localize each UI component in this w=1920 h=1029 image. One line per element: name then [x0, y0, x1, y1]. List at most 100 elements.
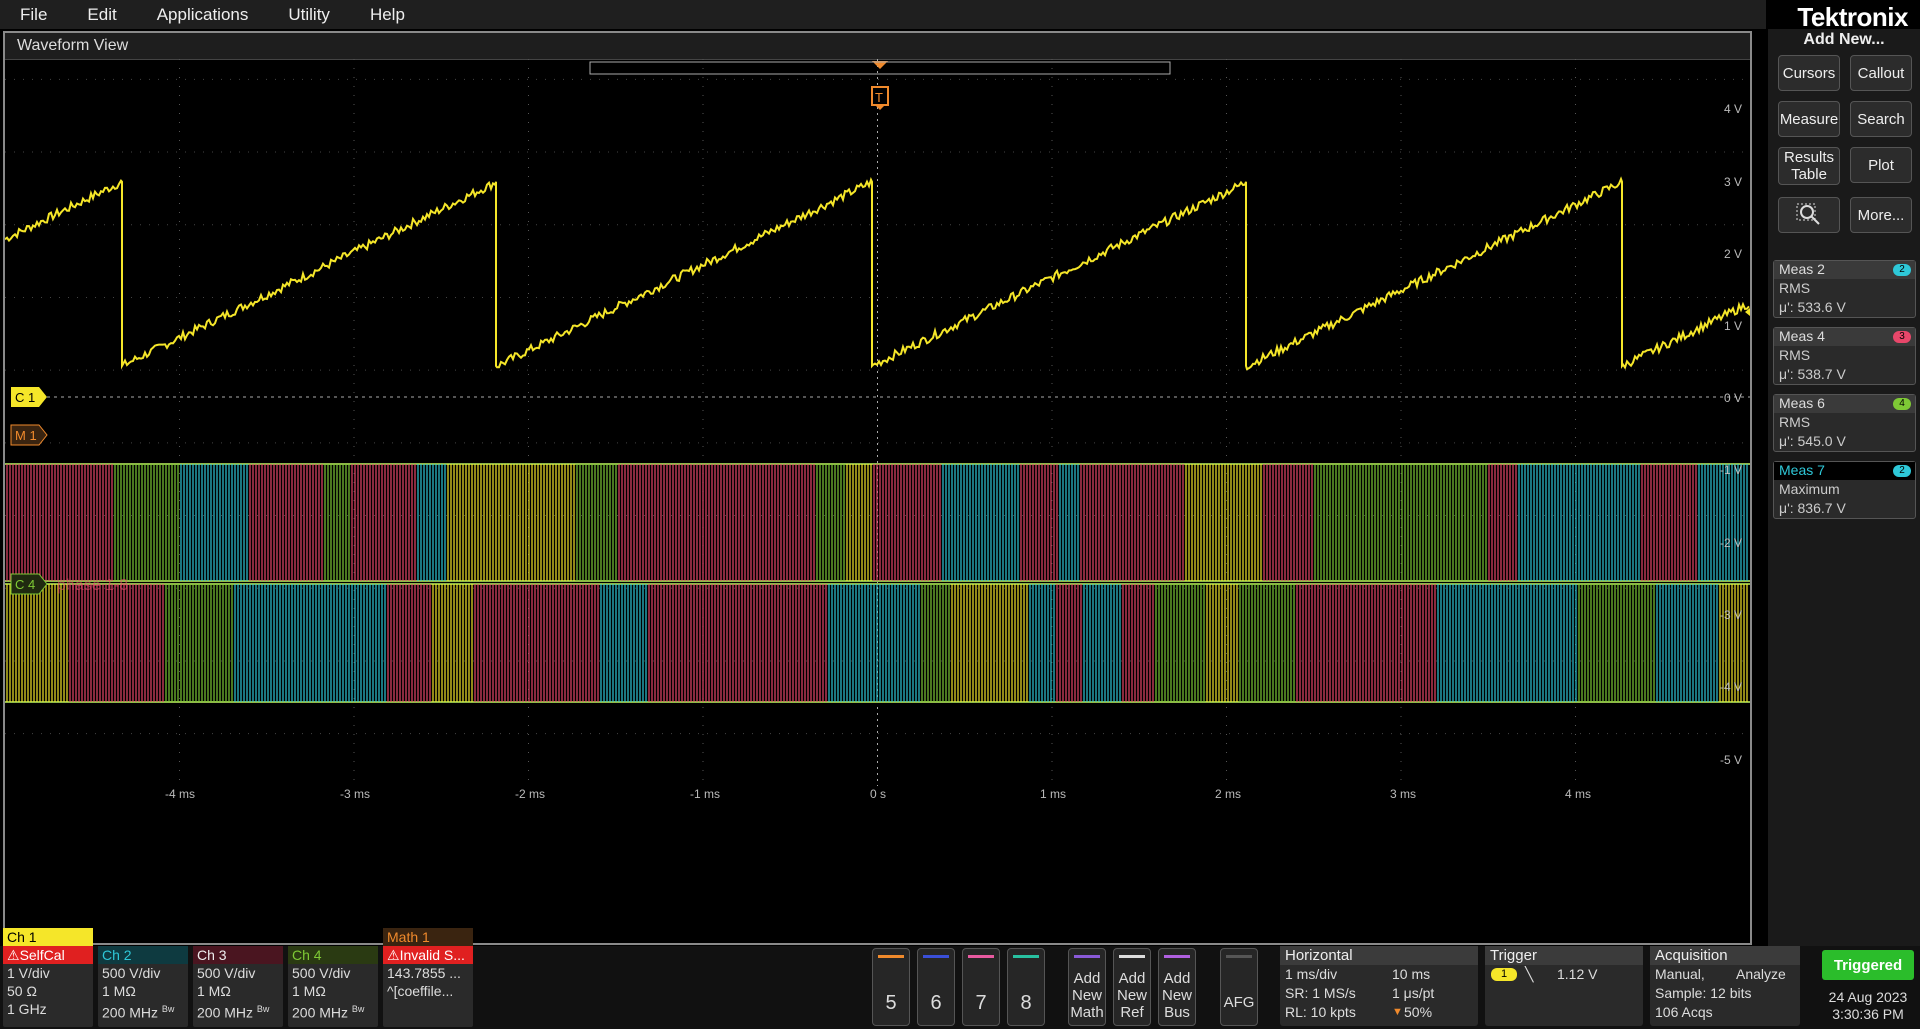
- meas-source-tag: 3: [1893, 331, 1911, 343]
- menu-utility[interactable]: Utility: [268, 5, 350, 25]
- add-math-label: Add New Math: [1070, 970, 1104, 1021]
- cursors-button[interactable]: Cursors: [1778, 55, 1840, 91]
- math1-title: Math 1: [383, 928, 473, 946]
- add-new-ref-button[interactable]: Add New Ref: [1113, 948, 1151, 1026]
- add-new-header: Add New...: [1803, 31, 1885, 48]
- ch1-sawtooth-trace: [5, 176, 1750, 371]
- horizontal-duration: 10 ms: [1392, 966, 1431, 982]
- meas-4-badge[interactable]: Meas 4 3 RMS μ': 538.7 V: [1773, 327, 1916, 385]
- meas-title: Meas 6: [1779, 395, 1825, 411]
- trigger-title: Trigger: [1485, 946, 1643, 965]
- ch4-bandwidth: 200 MHz: [292, 1004, 349, 1021]
- time-label: 3 ms: [1390, 787, 1416, 801]
- menu-file[interactable]: File: [0, 5, 67, 25]
- ch2-scale: 500 V/div: [102, 965, 161, 981]
- more-button[interactable]: More...: [1850, 197, 1912, 233]
- ch4-badge[interactable]: Ch 4 500 V/div 1 MΩ 200 MHz Bw: [288, 946, 378, 1027]
- slot-6-button[interactable]: 6: [917, 948, 955, 1026]
- bus-label: phase 1-8: [57, 577, 128, 594]
- results-table-button[interactable]: Results Table: [1778, 147, 1840, 185]
- ch4-termination: 1 MΩ: [292, 983, 326, 999]
- ch4-marker[interactable]: C 4: [10, 573, 48, 595]
- acquisition-sample: Sample: 12 bits: [1655, 985, 1752, 1001]
- meas-type: RMS: [1779, 347, 1811, 363]
- trigger-panel[interactable]: Trigger 1 ╲ 1.12 V: [1485, 946, 1643, 1026]
- waveform-view-titlebar: Waveform View: [5, 33, 1750, 60]
- trigger-level-marker[interactable]: [1745, 304, 1750, 320]
- meas-source-tag: 4: [1893, 398, 1911, 410]
- ch1-title: Ch 1: [3, 928, 93, 946]
- time-label: 0 s: [870, 787, 886, 801]
- menu-edit[interactable]: Edit: [67, 5, 136, 25]
- add-bus-label: Add New Bus: [1161, 970, 1192, 1021]
- voltage-label: 3 V: [1724, 175, 1742, 189]
- ch1-bandwidth: 1 GHz: [7, 1001, 47, 1017]
- waveform-canvas[interactable]: C 1 M 1 C 4 phase 1-8 T 4 V 3 V 2 V 1 V 0 V -…: [5, 59, 1750, 943]
- ch2-title: Ch 2: [98, 946, 188, 964]
- bw-limit-icon: Bw: [351, 1004, 365, 1014]
- ch1-badge[interactable]: Ch 1 ⚠SelfCal 1 V/div 50 Ω 1 GHz: [3, 928, 93, 1027]
- plot-button[interactable]: Plot: [1850, 147, 1912, 183]
- voltage-label: 1 V: [1724, 319, 1742, 333]
- zoom-button[interactable]: [1778, 197, 1840, 233]
- afg-button[interactable]: AFG: [1220, 948, 1258, 1026]
- meas-7-badge[interactable]: Meas 7 2 Maximum μ': 836.7 V: [1773, 461, 1916, 519]
- math1-badge[interactable]: Math 1 ⚠Invalid S... 143.7855 ... ^[coef…: [383, 928, 473, 1027]
- add-new-math-button[interactable]: Add New Math: [1068, 948, 1106, 1026]
- slot-5-button[interactable]: 5: [872, 948, 910, 1026]
- bw-limit-icon: Bw: [161, 1004, 175, 1014]
- meas-title: Meas 7: [1779, 462, 1825, 478]
- meas-source-tag: 2: [1893, 465, 1911, 477]
- search-button[interactable]: Search: [1850, 101, 1912, 137]
- voltage-label: 0 V: [1724, 391, 1742, 405]
- sample-rate: SR: 1 MS/s: [1285, 985, 1356, 1001]
- acquisition-count: 106 Acqs: [1655, 1004, 1713, 1020]
- voltage-label: -4 V: [1720, 680, 1742, 694]
- date: 24 Aug 2023: [1828, 989, 1908, 1005]
- trigger-status[interactable]: Triggered: [1822, 950, 1914, 980]
- slot-8-button[interactable]: 8: [1007, 948, 1045, 1026]
- time-label: 2 ms: [1215, 787, 1241, 801]
- warning-icon: ⚠: [387, 947, 400, 963]
- voltage-label: -5 V: [1720, 753, 1742, 767]
- zoom-icon: [1796, 203, 1820, 225]
- callout-button[interactable]: Callout: [1850, 55, 1912, 91]
- ch3-badge[interactable]: Ch 3 500 V/div 1 MΩ 200 MHz Bw: [193, 946, 283, 1027]
- position-marker-icon: ▼: [1392, 1006, 1403, 1018]
- menu-help[interactable]: Help: [350, 5, 425, 25]
- trigger-position-marker[interactable]: T: [871, 61, 889, 110]
- horizontal-panel[interactable]: Horizontal 1 ms/div 10 ms SR: 1 MS/s 1 μs/…: [1280, 946, 1478, 1026]
- menu-applications[interactable]: Applications: [137, 5, 269, 25]
- afg-label: AFG: [1223, 994, 1255, 1011]
- time: 3:30:36 PM: [1832, 1006, 1904, 1022]
- measure-button[interactable]: Measure: [1778, 101, 1840, 137]
- meas-type: RMS: [1779, 414, 1811, 430]
- add-new-bus-button[interactable]: Add New Bus: [1158, 948, 1196, 1026]
- svg-text:C 4: C 4: [15, 577, 35, 592]
- meas-title: Meas 4: [1779, 328, 1825, 344]
- math1-status: Invalid S...: [399, 947, 465, 963]
- date-time: 24 Aug 2023 3:30:36 PM: [1822, 989, 1914, 1023]
- svg-text:M 1: M 1: [15, 428, 37, 443]
- ch4-title: Ch 4: [288, 946, 378, 964]
- voltage-label: -2 V: [1720, 536, 1742, 550]
- acquisition-panel[interactable]: Acquisition Manual, Analyze Sample: 12 bi…: [1650, 946, 1800, 1026]
- add-ref-label: Add New Ref: [1116, 970, 1147, 1021]
- acquisition-analyze: Analyze: [1736, 966, 1786, 982]
- ch2-badge[interactable]: Ch 2 500 V/div 1 MΩ 200 MHz Bw: [98, 946, 188, 1027]
- meas-2-badge[interactable]: Meas 2 2 RMS μ': 533.6 V: [1773, 260, 1916, 318]
- meas-title: Meas 2: [1779, 261, 1825, 277]
- waveform-view[interactable]: Waveform View C 1 M 1 C 4 phase 1-8 T 4 …: [3, 31, 1752, 945]
- svg-text:T: T: [875, 90, 883, 105]
- horizontal-title: Horizontal: [1280, 946, 1478, 965]
- ch1-termination: 50 Ω: [7, 983, 37, 999]
- meas-value: μ': 836.7 V: [1779, 500, 1846, 516]
- meas-6-badge[interactable]: Meas 6 4 RMS μ': 545.0 V: [1773, 394, 1916, 452]
- meas-value: μ': 533.6 V: [1779, 299, 1846, 315]
- time-label: -4 ms: [165, 787, 195, 801]
- math1-marker[interactable]: M 1: [10, 424, 48, 446]
- slot-7-button[interactable]: 7: [962, 948, 1000, 1026]
- slot-label: 5: [885, 992, 897, 1014]
- slot-label: 7: [975, 992, 987, 1014]
- ch1-marker[interactable]: C 1: [11, 387, 47, 407]
